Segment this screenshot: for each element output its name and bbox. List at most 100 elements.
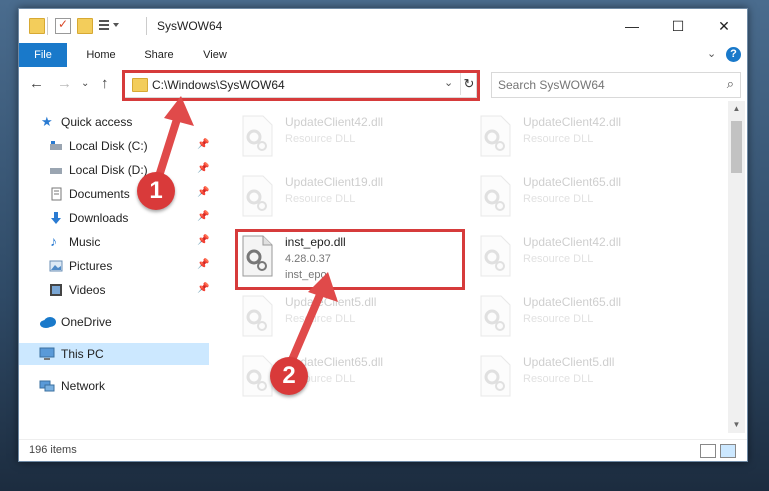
file-item[interactable]: UpdateClient42.dll Resource DLL <box>473 229 693 285</box>
recent-locations-button[interactable]: ⌄ <box>81 78 89 89</box>
sidebar-item-onedrive[interactable]: OneDrive <box>19 311 209 333</box>
sidebar-item-label: Videos <box>69 283 106 297</box>
sidebar-item-label: Network <box>61 379 106 393</box>
file-highlight-box <box>235 229 465 290</box>
music-icon: ♪ <box>50 233 57 249</box>
sidebar-item-downloads[interactable]: Downloads 📌 <box>19 207 209 229</box>
folder-icon <box>29 18 45 34</box>
file-description: Resource DLL <box>523 193 594 205</box>
file-item[interactable]: UpdateClient42.dll Resource DLL <box>473 109 693 165</box>
expand-ribbon-icon[interactable]: ⌄ <box>707 47 716 60</box>
sidebar-item-this-pc[interactable]: This PC <box>19 343 209 365</box>
back-button[interactable]: ← <box>29 75 44 92</box>
file-item[interactable]: UpdateClient65.dll Resource DLL <box>473 169 693 225</box>
close-button[interactable]: ✕ <box>701 9 747 43</box>
search-box[interactable]: ⌕ <box>491 72 741 98</box>
file-description: Resource DLL <box>523 313 594 325</box>
explorer-window: ✓ SysWOW64 — ☐ ✕ File Home Share View ⌄ … <box>18 8 748 462</box>
sidebar-item-label: OneDrive <box>61 315 112 329</box>
file-description: Resource DLL <box>523 133 594 145</box>
scroll-down-icon[interactable]: ▼ <box>728 417 745 433</box>
properties-icon[interactable]: ✓ <box>55 17 71 34</box>
sidebar-item-label: Local Disk (C:) <box>69 139 148 153</box>
scroll-up-icon[interactable]: ▲ <box>728 101 745 117</box>
item-count: 196 items <box>29 444 77 456</box>
tab-view[interactable]: View <box>191 43 239 67</box>
file-description: Resource DLL <box>523 253 594 265</box>
file-name: UpdateClient5.dll <box>523 355 615 369</box>
pictures-icon <box>49 259 63 273</box>
divider <box>47 17 48 35</box>
maximize-button[interactable]: ☐ <box>655 9 701 43</box>
window-title: SysWOW64 <box>157 19 223 33</box>
sidebar-item-label: Pictures <box>69 259 113 273</box>
drive-icon <box>49 163 63 177</box>
file-name: UpdateClient65.dll <box>523 175 622 189</box>
sidebar-item-label: This PC <box>61 347 104 361</box>
download-icon <box>49 211 63 225</box>
file-name: UpdateClient42.dll <box>523 115 622 129</box>
cloud-icon <box>39 315 56 329</box>
sidebar-item-videos[interactable]: Videos 📌 <box>19 279 209 301</box>
title-bar: ✓ SysWOW64 — ☐ ✕ <box>19 9 747 43</box>
file-name: UpdateClient42.dll <box>285 115 384 129</box>
tab-home[interactable]: Home <box>77 43 125 67</box>
ribbon-tabs: File Home Share View ⌄ ? <box>19 43 747 68</box>
tiles-view-icon[interactable] <box>720 444 736 458</box>
sidebar-item-label: Downloads <box>69 211 129 225</box>
file-item[interactable]: UpdateClient5.dll Resource DLL <box>473 349 693 405</box>
search-input[interactable] <box>496 75 715 95</box>
new-folder-icon[interactable] <box>77 18 93 34</box>
dll-file-icon <box>239 175 275 217</box>
star-icon: ★ <box>41 114 53 129</box>
network-icon <box>39 379 55 393</box>
dll-file-icon <box>239 295 275 337</box>
file-name: UpdateClient19.dll <box>285 175 384 189</box>
file-description: Resource DLL <box>523 373 594 385</box>
sidebar-item-label: Local Disk (D:) <box>69 163 148 177</box>
file-description: Resource DLL <box>285 133 356 145</box>
dll-file-icon <box>239 115 275 157</box>
scroll-thumb[interactable] <box>731 121 742 173</box>
pin-icon[interactable]: 📌 <box>197 235 209 246</box>
videos-icon <box>49 283 63 297</box>
details-view-icon[interactable] <box>700 444 716 458</box>
file-item[interactable]: UpdateClient42.dll Resource DLL <box>235 109 455 165</box>
tab-share[interactable]: Share <box>135 43 183 67</box>
dll-file-icon <box>477 235 513 277</box>
file-name: UpdateClient42.dll <box>523 235 622 249</box>
status-bar: 196 items <box>19 439 747 461</box>
pin-icon[interactable]: 📌 <box>197 259 209 270</box>
drive-icon <box>49 139 63 153</box>
forward-button[interactable]: → <box>57 75 72 92</box>
dll-file-icon <box>477 175 513 217</box>
customize-toolbar-icon[interactable] <box>99 18 119 32</box>
dll-file-icon <box>477 295 513 337</box>
sidebar-item-label: Quick access <box>61 115 133 129</box>
sidebar-item-network[interactable]: Network <box>19 375 209 397</box>
step-badge-2: 2 <box>270 357 308 395</box>
sidebar-item-label: Music <box>69 235 101 249</box>
documents-icon <box>49 187 63 201</box>
up-button[interactable]: ↑ <box>101 75 109 92</box>
sidebar-item-pictures[interactable]: Pictures 📌 <box>19 255 209 277</box>
vertical-scrollbar[interactable]: ▲ ▼ <box>728 101 745 433</box>
minimize-button[interactable]: — <box>609 9 655 43</box>
sidebar-item-label: Documents <box>69 187 130 201</box>
pin-icon[interactable]: 📌 <box>197 283 209 294</box>
dll-file-icon <box>477 355 513 397</box>
help-icon[interactable]: ? <box>726 47 741 62</box>
file-name: UpdateClient65.dll <box>523 295 622 309</box>
file-item[interactable]: UpdateClient65.dll Resource DLL <box>473 289 693 345</box>
dll-file-icon <box>477 115 513 157</box>
file-item[interactable]: UpdateClient19.dll Resource DLL <box>235 169 455 225</box>
tab-file[interactable]: File <box>19 43 67 67</box>
search-icon[interactable]: ⌕ <box>727 76 734 92</box>
computer-icon <box>39 347 55 361</box>
pin-icon[interactable]: 📌 <box>197 211 209 222</box>
address-row: ← → ⌄ ↑ C:\Windows\SysWOW64 ⌄ ↻ ⌕ <box>19 67 747 101</box>
divider <box>146 17 147 35</box>
sidebar-item-music[interactable]: ♪ Music 📌 <box>19 231 209 253</box>
step-badge-1: 1 <box>137 172 175 210</box>
file-description: Resource DLL <box>285 193 356 205</box>
